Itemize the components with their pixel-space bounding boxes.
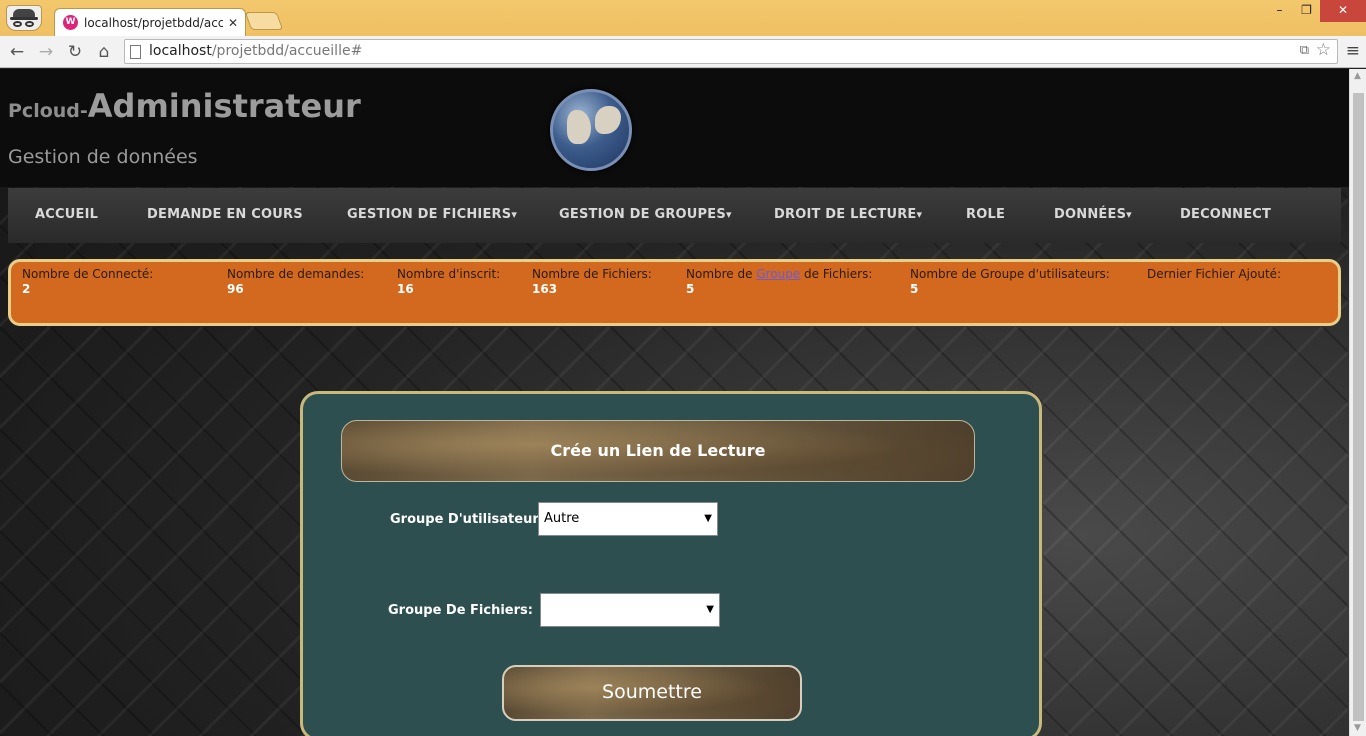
- file-group-label: Groupe De Fichiers:: [388, 603, 533, 618]
- reload-icon[interactable]: ↻: [64, 41, 86, 63]
- submit-button[interactable]: Soumettre: [502, 665, 802, 721]
- stat-user-groups: Nombre de Groupe d'utilisateurs: 5: [910, 267, 1110, 296]
- select-arrow-icon: ▼: [704, 513, 712, 524]
- scroll-down-arrow-icon[interactable]: ▼: [1354, 723, 1361, 733]
- dropdown-caret-icon: ▾: [511, 208, 518, 221]
- address-bar[interactable]: localhost/projetbdd/accueille# ⧉ ☆: [124, 39, 1338, 64]
- page-icon: [130, 45, 141, 59]
- nav-item-droit-de-lecture[interactable]: DROIT DE LECTURE▾: [774, 207, 922, 222]
- browser-titlebar: W localhost/projetbdd/accu ✕ – ❐ ✕: [0, 0, 1366, 36]
- stat-file-groups: Nombre de Groupe de Fichiers: 5: [686, 267, 873, 296]
- nav-item-gestion-de-groupes[interactable]: GESTION DE GROUPES▾: [559, 207, 732, 222]
- url-text: localhost/projetbdd/accueille#: [149, 43, 363, 59]
- site-brand: Pcloud-Administrateur: [8, 87, 361, 125]
- nav-item-gestion-de-fichiers[interactable]: GESTION DE FICHIERS▾: [347, 207, 517, 222]
- browser-toolbar: ← → ↻ ⌂ localhost/projetbdd/accueille# ⧉…: [0, 36, 1366, 68]
- forward-arrow-icon[interactable]: →: [35, 41, 57, 63]
- nav-item-role[interactable]: ROLE: [966, 207, 1005, 222]
- nav-item-deconnect[interactable]: DECONNECT: [1180, 207, 1271, 222]
- stat-requests: Nombre de demandes: 96: [227, 267, 365, 296]
- user-group-select[interactable]: Autre ▼: [538, 502, 718, 536]
- browser-tab-active[interactable]: W localhost/projetbdd/accu ✕: [54, 8, 246, 36]
- tab-title: localhost/projetbdd/accu: [84, 15, 223, 30]
- nav-item-demande-en-cours[interactable]: DEMANDE EN COURS: [147, 207, 303, 222]
- tab-close-icon[interactable]: ✕: [227, 16, 239, 30]
- page-viewport: Pcloud-Administrateur Gestion de données…: [0, 69, 1349, 736]
- dropdown-caret-icon: ▾: [1126, 208, 1132, 221]
- new-tab-button[interactable]: [244, 12, 284, 30]
- site-subtitle: Gestion de données: [8, 146, 198, 168]
- brand-title: Administrateur: [87, 87, 361, 125]
- stat-connected: Nombre de Connecté: 2: [22, 267, 154, 296]
- groupe-link[interactable]: Groupe: [756, 267, 800, 281]
- create-read-link-form: Crée un Lien de Lecture Groupe D'utilisa…: [300, 391, 1042, 736]
- bookmark-star-icon[interactable]: ☆: [1316, 40, 1331, 60]
- globe-logo-icon: [550, 89, 632, 171]
- minimize-button[interactable]: –: [1266, 0, 1293, 22]
- window-controls: – ❐ ✕: [1266, 0, 1366, 22]
- user-group-label: Groupe D'utilisateurs:: [390, 512, 552, 527]
- back-arrow-icon[interactable]: ←: [6, 41, 28, 63]
- stat-files: Nombre de Fichiers: 163: [532, 267, 652, 296]
- dropdown-caret-icon: ▾: [916, 208, 923, 221]
- site-header: Pcloud-Administrateur Gestion de données: [0, 69, 1349, 187]
- maximize-button[interactable]: ❐: [1293, 0, 1320, 22]
- stats-bar: Nombre de Connecté: 2 Nombre de demandes…: [8, 259, 1341, 326]
- nav-item-donnees[interactable]: DONNÉES▾: [1054, 207, 1132, 222]
- wamp-favicon-icon: W: [63, 15, 78, 30]
- brand-prefix: Pcloud-: [8, 100, 88, 122]
- stat-last-file: Dernier Fichier Ajouté:: [1147, 267, 1282, 281]
- home-icon[interactable]: ⌂: [93, 41, 115, 63]
- file-group-select[interactable]: ▼: [540, 593, 720, 627]
- browser-menu-icon[interactable]: ≡: [1346, 41, 1360, 61]
- page-scrollbar[interactable]: ▲ ▼: [1349, 69, 1366, 736]
- form-title: Crée un Lien de Lecture: [341, 420, 975, 482]
- dropdown-caret-icon: ▾: [725, 208, 732, 221]
- incognito-icon: [6, 5, 42, 31]
- translate-icon[interactable]: ⧉: [1300, 43, 1309, 58]
- user-group-selected-value: Autre: [544, 511, 580, 526]
- select-arrow-icon: ▼: [706, 604, 714, 615]
- close-window-button[interactable]: ✕: [1320, 0, 1366, 22]
- nav-item-accueil[interactable]: ACCUEIL: [35, 207, 98, 222]
- scroll-up-arrow-icon[interactable]: ▲: [1354, 71, 1361, 81]
- main-navbar: ACCUEIL DEMANDE EN COURS GESTION DE FICH…: [8, 188, 1341, 243]
- stat-registered: Nombre d'inscrit: 16: [397, 267, 501, 296]
- scrollbar-thumb[interactable]: [1353, 93, 1364, 721]
